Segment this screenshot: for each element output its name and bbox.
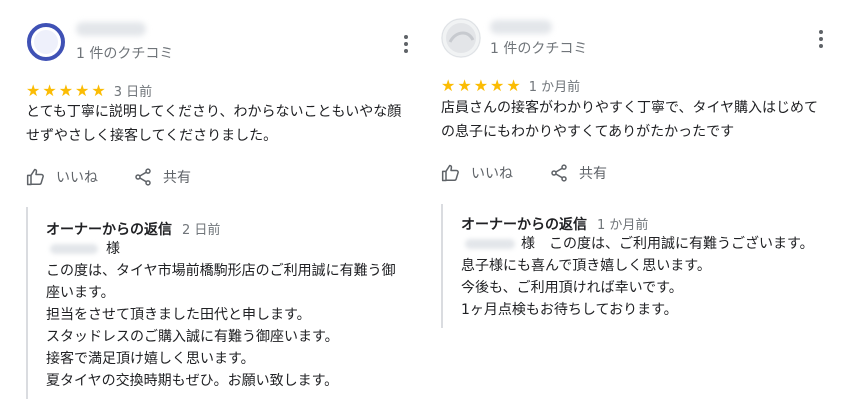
- like-label: いいね: [471, 166, 513, 182]
- more-dot: [404, 49, 408, 53]
- more-options-button[interactable]: [396, 32, 416, 56]
- more-dot: [404, 35, 408, 39]
- more-dot: [819, 44, 823, 48]
- review-text-line: 店員さんの接客がわかりやすく丁寧で、タイヤ購入はじめて: [441, 100, 819, 116]
- review-text-line: とても丁寧に説明してくださり、わからないこともいやな顔: [26, 104, 402, 120]
- owner-reply: オーナーからの返信 2 日前 様 この度は、タイヤ市場前橋駒形店のご利用誠に有難…: [26, 207, 406, 399]
- star-icon: ★: [506, 75, 521, 95]
- like-label: いいね: [56, 170, 98, 186]
- star-icon: ★: [75, 80, 90, 100]
- review-text: とても丁寧に説明してくださり、わからないこともいやな顔 せずやさしく接客してくだ…: [26, 100, 401, 148]
- owner-reply-salutation: 様: [46, 238, 396, 260]
- more-dot: [404, 42, 408, 46]
- thumbs-up-icon: [441, 164, 459, 182]
- review-card-right: 1 件のクチコミ ★ ★ ★ ★ ★ 1 か月前 店員さんの接客がわかりやすく丁…: [425, 0, 850, 417]
- reviewer-avatar[interactable]: [441, 18, 481, 58]
- owner-reply-title: オーナーからの返信: [46, 222, 172, 238]
- share-icon: [135, 168, 151, 186]
- owner-reply-line: この度は、タイヤ市場前橋駒形店のご利用誠に有難う御: [46, 263, 396, 279]
- share-icon: [551, 164, 567, 182]
- reviewer-name-redacted[interactable]: [490, 20, 552, 34]
- owner-reply-title: オーナーからの返信: [461, 217, 587, 233]
- star-rating: ★ ★ ★ ★ ★: [26, 80, 106, 100]
- thumbs-up-icon: [26, 168, 44, 186]
- share-label: 共有: [579, 166, 607, 182]
- star-icon: ★: [473, 75, 489, 95]
- owner-reply-line: 担当をさせて頂きました田代と申します。: [46, 307, 311, 323]
- more-dot: [819, 37, 823, 41]
- review-card-left: 1 件のクチコミ ★ ★ ★ ★ ★ 3 日前 とても丁寧に説明してくださり、わ…: [0, 0, 425, 417]
- owner-reply-line: 座います。: [46, 285, 115, 301]
- review-text: 店員さんの接客がわかりやすく丁寧で、タイヤ購入はじめて の息子にもわかりやすくて…: [441, 96, 818, 144]
- share-button[interactable]: 共有: [133, 167, 191, 187]
- owner-reply: オーナーからの返信 1 か月前 様 この度は、ご利用誠に有難うございます。 息子…: [441, 204, 831, 328]
- owner-reply-header: オーナーからの返信 1 か月前: [461, 214, 648, 234]
- owner-reply-date: 2 日前: [182, 223, 221, 238]
- star-icon: ★: [441, 75, 456, 95]
- star-icon: ★: [58, 80, 74, 100]
- review-date: 3 日前: [113, 85, 153, 100]
- owner-reply-first-line: 様 この度は、ご利用誠に有難うございます。: [461, 233, 814, 255]
- owner-reply-line: スタッドレスのご購入誠に有難う御座います。: [46, 329, 339, 345]
- rating-row: ★ ★ ★ ★ ★ 1 か月前: [441, 76, 580, 95]
- like-button[interactable]: いいね: [26, 167, 98, 187]
- share-button[interactable]: 共有: [549, 163, 607, 183]
- customer-name-redacted: [465, 239, 515, 249]
- owner-reply-line: 1ヶ月点検もお待ちしております。: [461, 302, 678, 318]
- star-icon: ★: [91, 80, 106, 100]
- avatar-image: [26, 22, 66, 62]
- reviewer-review-count[interactable]: 1 件のクチコミ: [76, 43, 173, 63]
- owner-reply-text: 様 この度は、タイヤ市場前橋駒形店のご利用誠に有難う御 座います。 担当をさせて…: [46, 238, 396, 392]
- review-date: 1 か月前: [528, 80, 581, 95]
- owner-reply-line: 今後も、ご利用頂ければ幸いです。: [461, 280, 683, 296]
- reviewer-name-redacted[interactable]: [76, 22, 146, 36]
- review-text-line: の息子にもわかりやすくてありがたかったです: [441, 124, 735, 140]
- reviewer-review-count[interactable]: 1 件のクチコミ: [490, 38, 587, 58]
- reviewer-avatar[interactable]: [26, 22, 66, 62]
- owner-reply-text: 様 この度は、ご利用誠に有難うございます。 息子様にも喜んで頂き嬉しく思います。…: [461, 233, 814, 321]
- owner-reply-line: 息子様にも喜んで頂き嬉しく思います。: [461, 258, 711, 274]
- avatar-image: [441, 18, 481, 58]
- star-icon: ★: [42, 80, 57, 100]
- like-button[interactable]: いいね: [441, 163, 513, 183]
- star-icon: ★: [490, 75, 505, 95]
- share-label: 共有: [163, 170, 191, 186]
- owner-reply-line: 夏タイヤの交換時期もぜひ。お願い致します。: [46, 373, 339, 389]
- customer-name-redacted: [50, 244, 98, 254]
- star-rating: ★ ★ ★ ★ ★: [441, 75, 521, 95]
- owner-reply-header: オーナーからの返信 2 日前: [46, 219, 220, 239]
- more-options-button[interactable]: [811, 27, 831, 51]
- star-icon: ★: [457, 75, 472, 95]
- review-text-line: せずやさしく接客してくださりました。: [26, 128, 278, 144]
- more-dot: [819, 30, 823, 34]
- owner-reply-date: 1 か月前: [597, 218, 649, 233]
- star-icon: ★: [26, 80, 41, 100]
- owner-reply-line: 接客で満足頂け嬉しく思います。: [46, 351, 255, 367]
- rating-row: ★ ★ ★ ★ ★ 3 日前: [26, 81, 152, 100]
